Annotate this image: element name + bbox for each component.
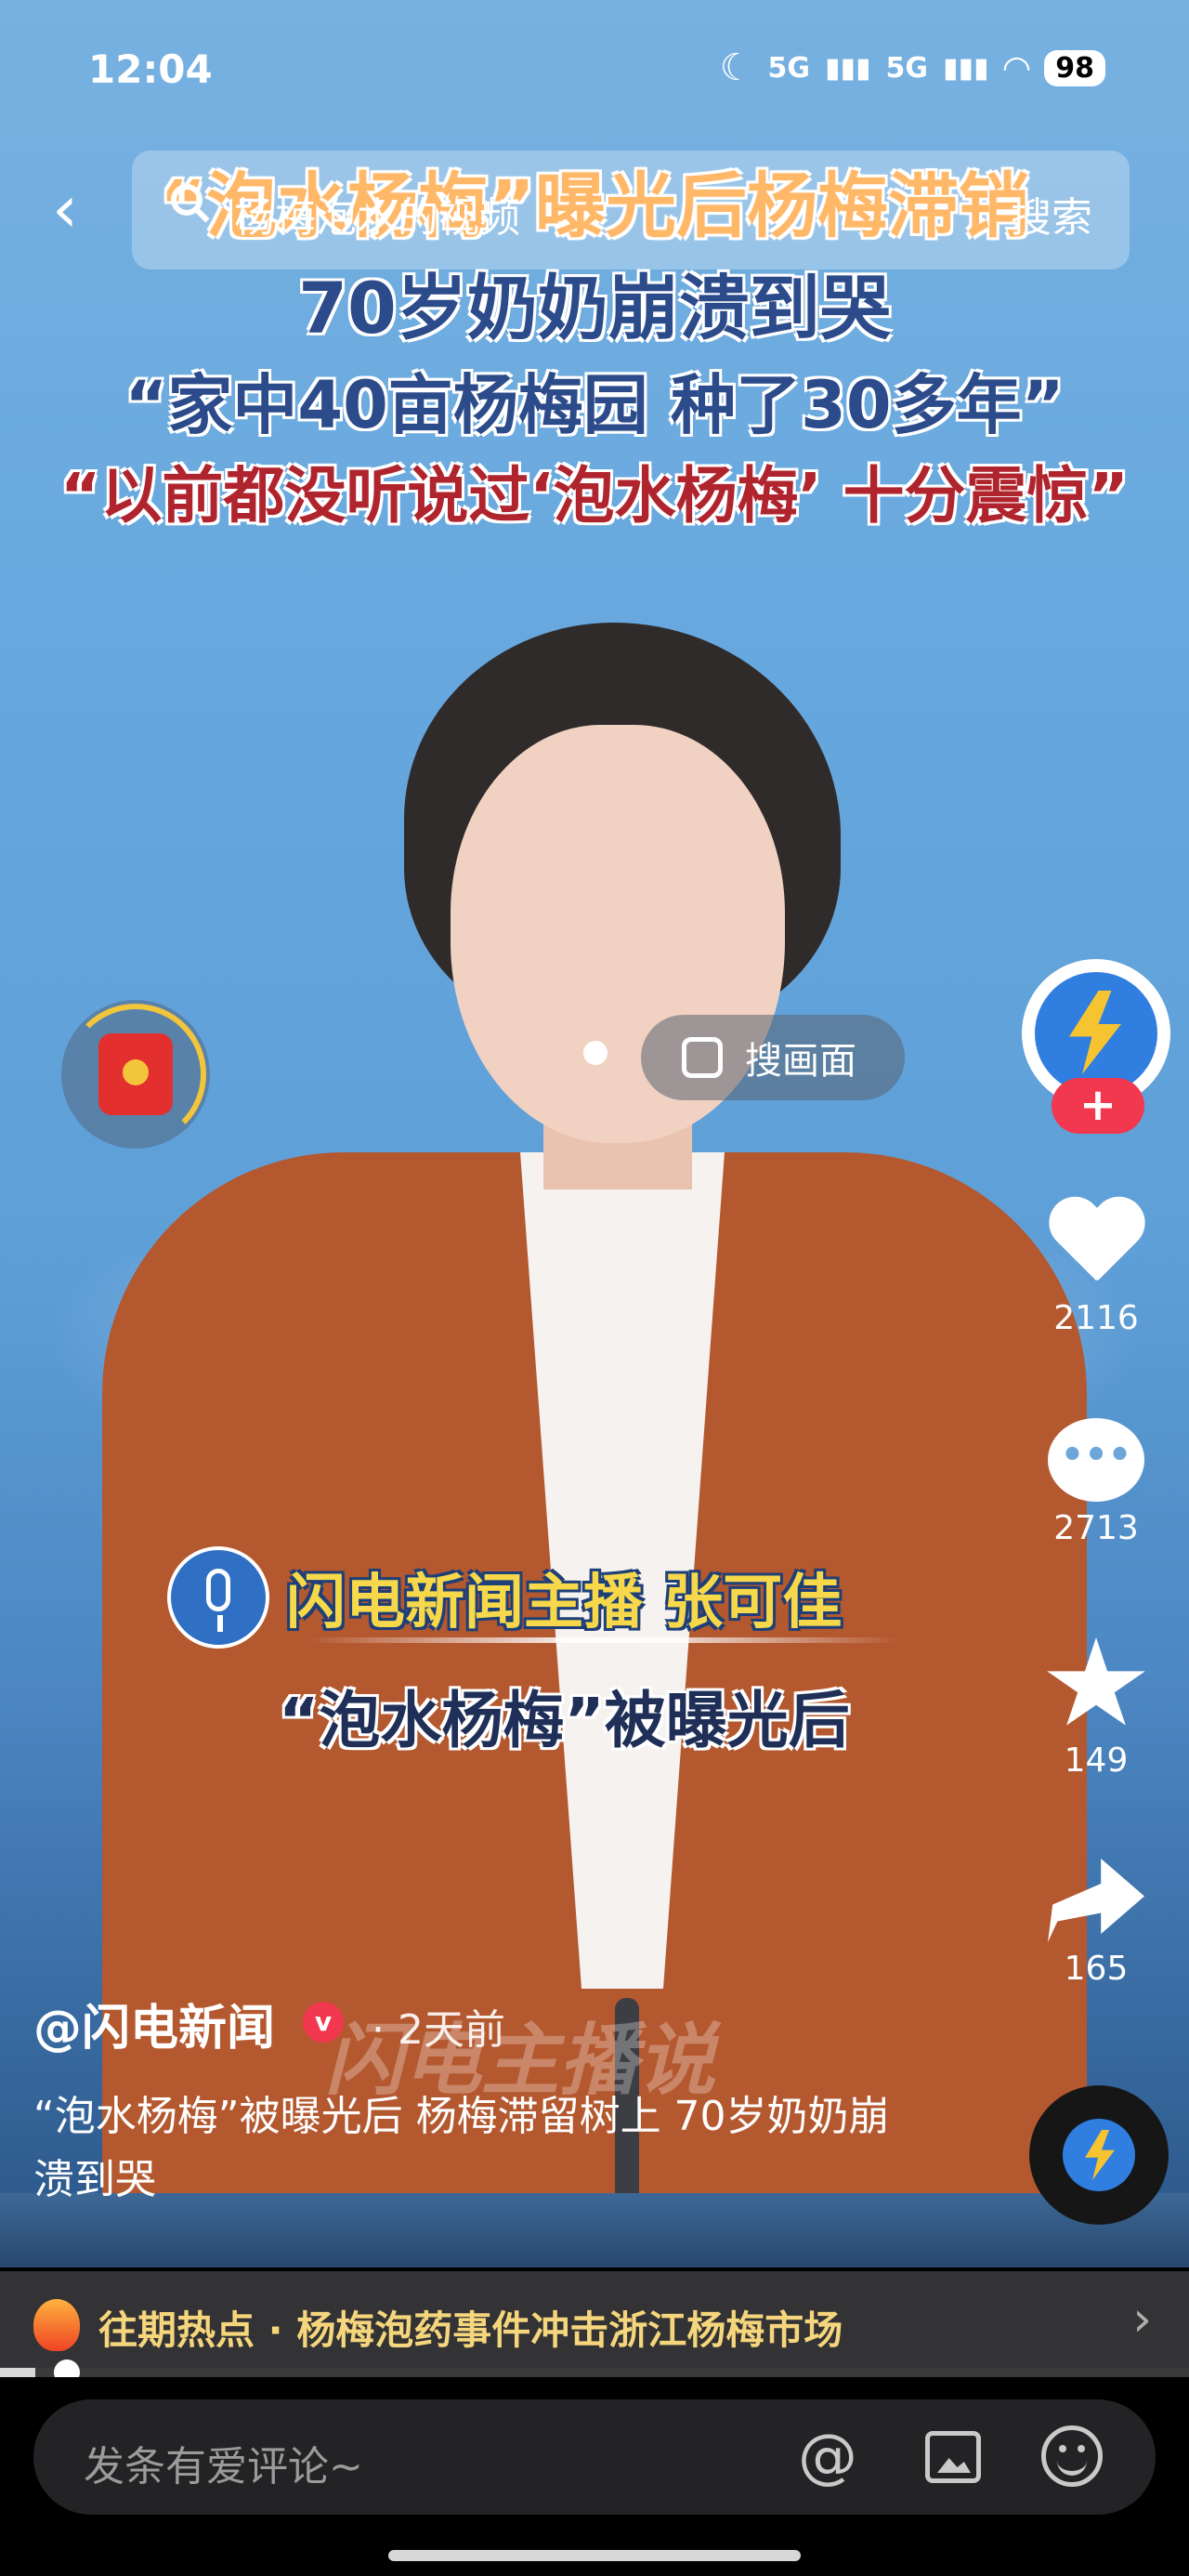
signal-bars-icon: ▮▮▮ — [825, 51, 871, 85]
heart-icon — [1046, 1199, 1146, 1292]
follow-button[interactable]: + — [1052, 1078, 1144, 1134]
at-icon[interactable]: @ — [795, 2427, 860, 2487]
verified-badge-icon: v — [303, 2002, 344, 2043]
search-icon — [171, 184, 203, 216]
signal-5g-2: 5G — [885, 51, 929, 85]
moon-icon: ☾ — [719, 46, 753, 89]
scrub-dot — [583, 1041, 608, 1065]
bottom-bar: 发条有爱评论~ @ — [0, 2377, 1189, 2576]
status-icons: ☾ 5G ▮▮▮ 5G ▮▮▮ ◠ 98 — [720, 46, 1105, 89]
progress-fill — [0, 2368, 36, 2377]
fire-icon — [33, 2299, 80, 2351]
comment-icon: ••• — [1048, 1418, 1144, 1502]
status-time: 12:04 — [88, 46, 213, 92]
red-packet-icon — [98, 1033, 173, 1115]
speaker-label-row: 闪电新闻主播 张可佳 — [167, 1546, 842, 1649]
emoji-icon[interactable] — [1041, 2425, 1103, 2487]
hot-topic-text: 往期热点 · 杨梅泡药事件冲击浙江杨梅市场 — [98, 2307, 843, 2353]
search-frame-button[interactable]: 搜画面 — [641, 1015, 905, 1100]
comment-placeholder: 发条有爱评论~ — [84, 2443, 363, 2491]
chevron-right-icon: › — [1132, 2292, 1152, 2347]
author-name[interactable]: @闪电新闻 — [33, 1989, 275, 2058]
music-disc[interactable] — [1029, 2085, 1169, 2225]
favorite-button[interactable]: 149 — [1040, 1637, 1152, 1780]
video-subtitle: “泡水杨梅”被曝光后 — [279, 1685, 850, 1756]
wifi-icon: ◠ — [1003, 48, 1030, 87]
share-count: 165 — [1064, 1950, 1129, 1988]
signal-bars-icon: ▮▮▮ — [943, 51, 989, 85]
search-frame-icon — [682, 1037, 723, 1078]
favorite-count: 149 — [1064, 1741, 1129, 1780]
video-progress-bar[interactable] — [0, 2359, 1189, 2385]
music-disc-logo — [1063, 2119, 1135, 2191]
speaker-label: 闪电新闻主播 张可佳 — [286, 1569, 843, 1637]
back-chevron-icon: ‹ — [52, 171, 78, 247]
comment-count: 2713 — [1053, 1509, 1139, 1547]
search-query[interactable]: 杨梅泡水的视频 — [234, 184, 520, 243]
search-bar[interactable]: 杨梅泡水的视频 搜索 — [132, 151, 1130, 269]
comment-input[interactable]: 发条有爱评论~ @ — [33, 2399, 1156, 2515]
image-icon[interactable] — [925, 2431, 981, 2483]
hot-topic-bar[interactable]: 往期热点 · 杨梅泡药事件冲击浙江杨梅市场 › — [0, 2271, 1189, 2373]
like-button[interactable]: 2116 — [1040, 1199, 1152, 1337]
star-icon — [1047, 1637, 1145, 1726]
comment-button[interactable]: ••• 2713 — [1040, 1418, 1152, 1547]
headline-line-4: “以前都没听说过‘泡水杨梅’ 十分震惊” — [60, 460, 1129, 532]
signal-5g-1: 5G — [767, 51, 811, 85]
post-time: · 2天前 — [372, 2006, 505, 2054]
microphone-icon — [167, 1546, 269, 1649]
headline-line-3: “家中40亩杨梅园 种了30多年” — [124, 367, 1065, 443]
share-icon — [1048, 1859, 1144, 1942]
search-frame-label: 搜画面 — [745, 1040, 856, 1083]
share-button[interactable]: 165 — [1040, 1859, 1152, 1988]
battery-indicator: 98 — [1044, 49, 1105, 86]
like-count: 2116 — [1053, 1299, 1139, 1337]
post-caption[interactable]: “泡水杨梅”被曝光后 杨梅滞留树上 70岁奶奶崩溃到哭 — [33, 2085, 925, 2212]
red-packet-widget[interactable] — [61, 1000, 210, 1149]
back-button[interactable]: ‹ — [37, 177, 93, 242]
speaker-underline — [307, 1637, 901, 1643]
search-button[interactable]: 搜索 — [1011, 184, 1092, 243]
home-indicator[interactable] — [388, 2550, 801, 2561]
